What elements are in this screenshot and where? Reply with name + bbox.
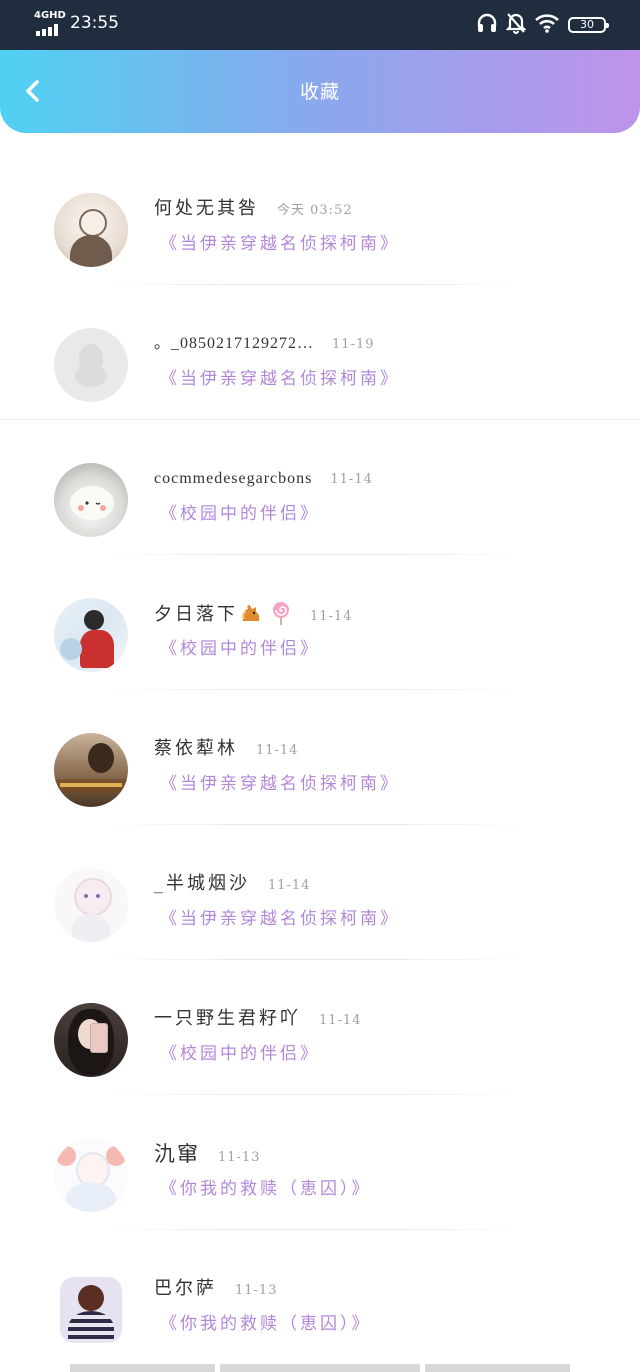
timestamp: 11-14: [310, 609, 353, 624]
avatar[interactable]: [54, 1138, 128, 1212]
nickname: 氿窜: [154, 1142, 200, 1166]
list-item[interactable]: _半城烟沙 11-14 《当伊亲穿越名侦探柯南》: [0, 825, 640, 960]
timestamp: 11-14: [256, 743, 299, 758]
book-title[interactable]: 《当伊亲穿越名侦探柯南》: [160, 231, 400, 257]
timestamp: 11-14: [330, 472, 373, 487]
list-item[interactable]: 夕日落下 11-14 《校园中的伴侣》: [0, 555, 640, 690]
nickname: cocmmedesegarcbons: [154, 470, 313, 487]
book-title[interactable]: 《校园中的伴侣》: [160, 636, 320, 662]
avatar[interactable]: [54, 463, 128, 537]
avatar[interactable]: [60, 1277, 122, 1343]
list-item[interactable]: 氿窜 11-13 《你我的救赎（恵囚）》: [0, 1095, 640, 1230]
avatar[interactable]: [54, 868, 128, 942]
timestamp: 今天 03:52: [277, 203, 353, 218]
nickname: 一只野生君籽吖: [154, 1008, 301, 1029]
book-title[interactable]: 《校园中的伴侣》: [160, 501, 320, 527]
default-avatar-icon[interactable]: [54, 328, 128, 402]
book-title[interactable]: 《你我的救赎（恵囚）》: [160, 1311, 372, 1337]
nickname: 何处无其咎: [154, 198, 259, 219]
squirrel-emoji-icon: [242, 605, 260, 621]
page-title: 收藏: [299, 81, 340, 103]
avatar[interactable]: [54, 598, 128, 672]
network-type: 4GHD: [34, 10, 66, 21]
list-item[interactable]: 何处无其咎 今天 03:52 《当伊亲穿越名侦探柯南》: [0, 150, 640, 285]
list-item[interactable]: 蔡依䔣林 11-14 《当伊亲穿越名侦探柯南》: [0, 690, 640, 825]
book-title[interactable]: 《当伊亲穿越名侦探柯南》: [160, 771, 400, 797]
list-item[interactable]: 巴尔萨 11-13 《你我的救赎（恵囚）》: [0, 1230, 640, 1365]
nickname: _半城烟沙: [154, 873, 250, 894]
book-title[interactable]: 《你我的救赎（恵囚）》: [160, 1176, 372, 1202]
timestamp: 11-19: [332, 337, 375, 352]
list-item[interactable]: cocmmedesegarcbons 11-14 《校园中的伴侣》: [0, 420, 640, 555]
avatar[interactable]: [54, 193, 128, 267]
list-item[interactable]: 。_0850217129272… 11-19 《当伊亲穿越名侦探柯南》: [0, 285, 640, 420]
status-icons: 30: [468, 12, 609, 38]
status-bar: 4GHD 23:55 30: [0, 0, 640, 50]
book-title[interactable]: 《当伊亲穿越名侦探柯南》: [160, 366, 400, 392]
favorites-list: 何处无其咎 今天 03:52 《当伊亲穿越名侦探柯南》 。_08502171292…: [0, 150, 640, 1365]
bell-muted-icon: [505, 12, 527, 38]
avatar[interactable]: [54, 1003, 128, 1077]
avatar[interactable]: [54, 733, 128, 807]
cellular-signal: 4GHD: [34, 10, 66, 37]
timestamp: 11-14: [268, 878, 311, 893]
nickname: 蔡依䔣林: [154, 738, 238, 759]
nickname: 夕日落下: [154, 604, 238, 625]
status-time: 23:55: [70, 13, 119, 33]
header: 收藏: [0, 50, 640, 133]
bottom-tab-bar: [70, 1364, 570, 1372]
nickname: 。_0850217129272…: [154, 335, 315, 352]
timestamp: 11-13: [235, 1283, 278, 1298]
book-title[interactable]: 《当伊亲穿越名侦探柯南》: [160, 906, 400, 932]
headphones-icon: [476, 13, 498, 37]
lollipop-emoji-icon: [273, 602, 289, 625]
timestamp: 11-14: [319, 1013, 362, 1028]
list-item[interactable]: 一只野生君籽吖 11-14 《校园中的伴侣》: [0, 960, 640, 1095]
wifi-icon: [534, 13, 560, 37]
book-title[interactable]: 《校园中的伴侣》: [160, 1041, 320, 1067]
timestamp: 11-13: [218, 1150, 261, 1165]
nickname: 巴尔萨: [154, 1278, 217, 1299]
battery-icon: 30: [568, 17, 609, 33]
signal-bars-icon: [36, 24, 64, 36]
